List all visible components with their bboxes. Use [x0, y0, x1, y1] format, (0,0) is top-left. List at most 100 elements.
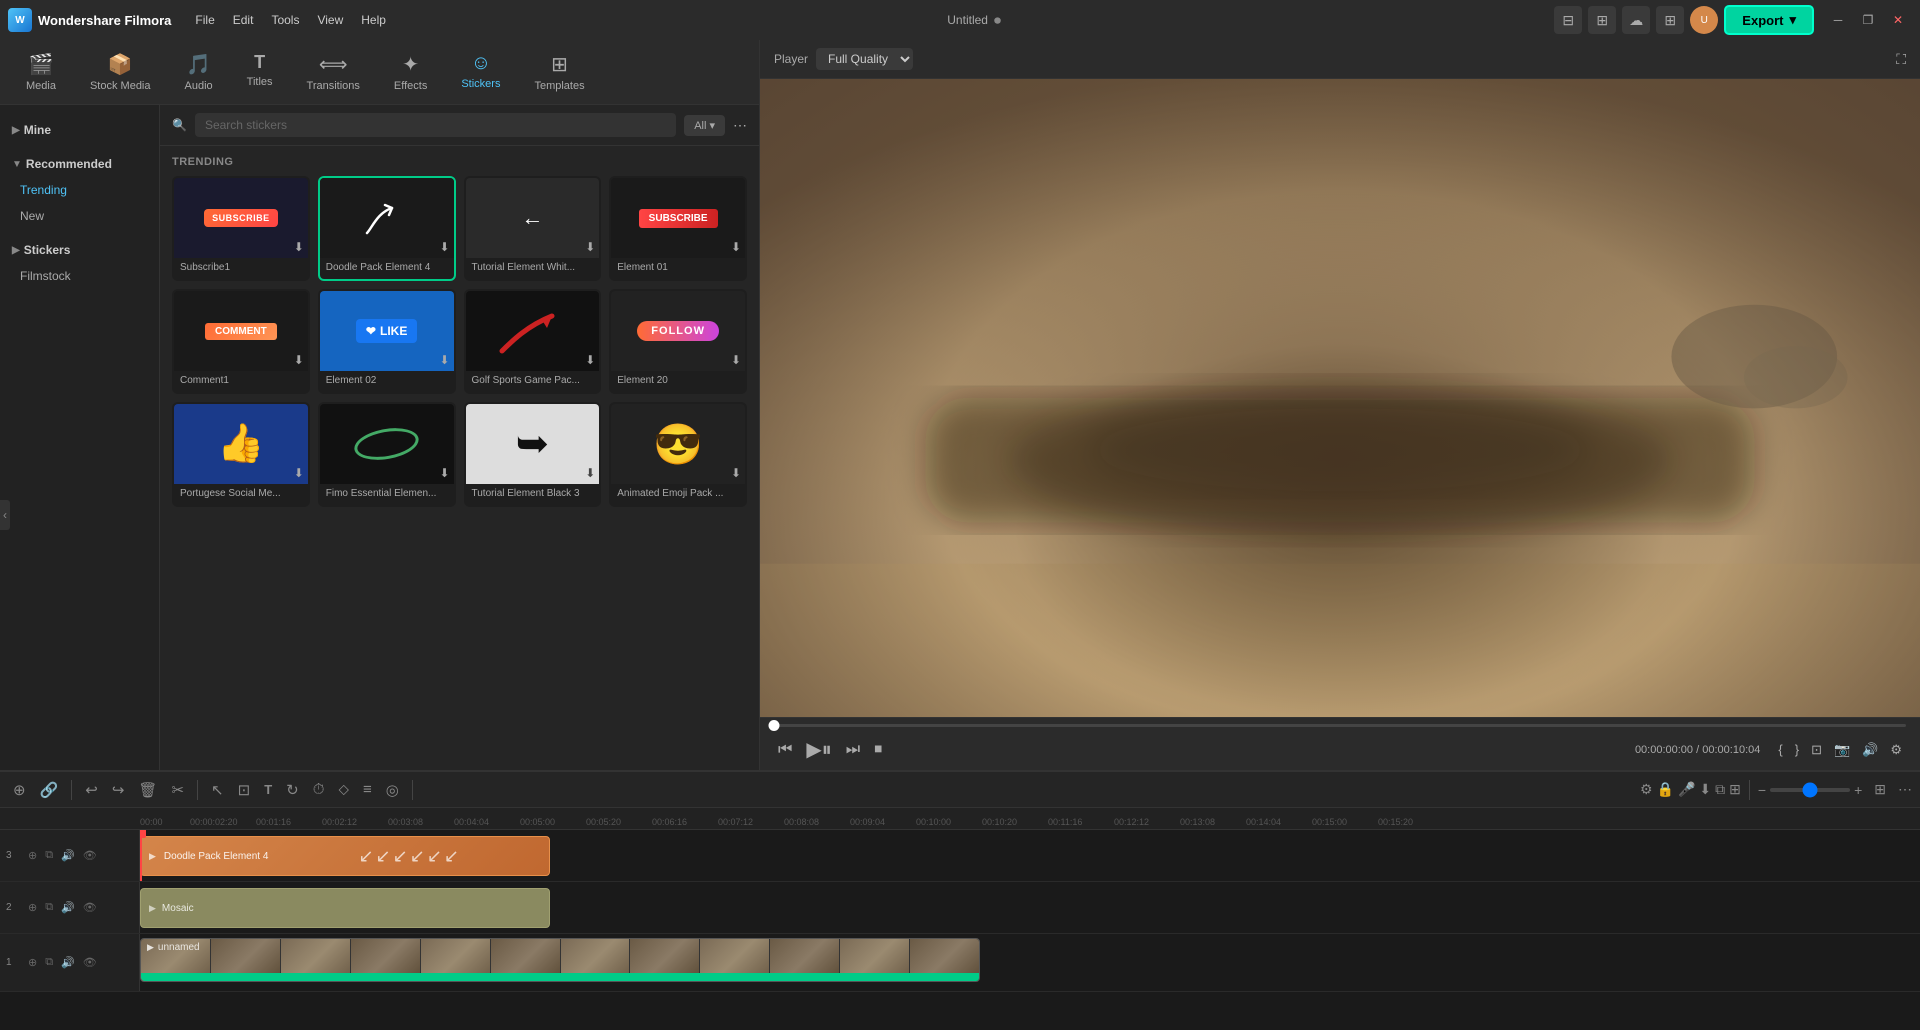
track1-eye-icon[interactable]: 👁: [81, 954, 99, 971]
track1-copy-icon[interactable]: ⧉: [43, 954, 55, 971]
track3-add-icon[interactable]: ⊕: [26, 847, 39, 864]
sidebar-recommended-header[interactable]: ▼ Recommended: [0, 151, 159, 177]
zoom-minus[interactable]: −: [1758, 782, 1766, 798]
nav-effects[interactable]: ✦ Effects: [380, 46, 441, 98]
sticker-tutorial-white[interactable]: ← ⬇ Tutorial Element Whit...: [464, 176, 602, 281]
collapse-panel-button[interactable]: ‹: [0, 500, 10, 530]
sidebar-stickers-header[interactable]: ▶ Stickers: [0, 237, 159, 263]
download-icon-doodle[interactable]: ⬇: [439, 240, 449, 254]
download-icon-portuguese[interactable]: ⬇: [294, 466, 304, 480]
quality-select[interactable]: Full Quality 1/2 1/4: [816, 48, 913, 70]
download-icon-element20[interactable]: ⬇: [731, 353, 741, 367]
menu-view[interactable]: View: [309, 10, 351, 30]
audio-btn[interactable]: 🎤: [1678, 781, 1695, 798]
menu-file[interactable]: File: [187, 10, 222, 30]
download-icon-element01[interactable]: ⬇: [731, 240, 741, 254]
mark-in-button[interactable]: {: [1774, 740, 1786, 760]
zoom-fit-button[interactable]: ⊡: [1807, 740, 1826, 760]
snapshot-button[interactable]: 📷: [1830, 740, 1854, 760]
user-icon[interactable]: U: [1690, 6, 1718, 34]
track3-audio-icon[interactable]: 🔊: [59, 847, 77, 864]
sidebar-item-trending[interactable]: Trending: [0, 177, 159, 203]
sticker-clip[interactable]: ▶ Doodle Pack Element 4 ↙ ↙ ↙ ↙ ↙ ↙: [140, 836, 550, 876]
mark-out-button[interactable]: }: [1791, 740, 1803, 760]
settings-button[interactable]: ⚙: [1886, 740, 1906, 760]
video-clip[interactable]: ▶ unnamed: [140, 938, 980, 982]
sticker-golf[interactable]: ⬇ Golf Sports Game Pac...: [464, 289, 602, 394]
playhead-dot[interactable]: [769, 720, 780, 731]
link-button[interactable]: 🔗: [35, 777, 64, 803]
filter-dropdown[interactable]: All ▾: [684, 115, 725, 136]
grid-view-button[interactable]: ⊞: [1874, 781, 1886, 798]
mosaic-clip[interactable]: ▶ Mosaic: [140, 888, 550, 928]
track2-add-icon[interactable]: ⊕: [26, 899, 39, 916]
play-pause-button[interactable]: ▶⏸: [802, 735, 835, 764]
sticker-comment1[interactable]: COMMENT ⬇ Comment1: [172, 289, 310, 394]
sticker-portuguese[interactable]: 👍 ⬇ Portugese Social Me...: [172, 402, 310, 507]
split-view-icon[interactable]: ⊞: [1588, 6, 1616, 34]
step-forward-button[interactable]: ⏭: [842, 739, 864, 761]
split-button[interactable]: ⬇: [1699, 781, 1711, 798]
menu-edit[interactable]: Edit: [225, 10, 262, 30]
sidebar-item-new[interactable]: New: [0, 203, 159, 229]
volume-button[interactable]: 🔊: [1858, 740, 1882, 760]
time-tool[interactable]: ⏱: [308, 777, 330, 802]
add-media-button[interactable]: ⊕: [8, 777, 31, 803]
delete-button[interactable]: 🗑: [133, 777, 162, 803]
close-button[interactable]: ✕: [1884, 6, 1912, 34]
more-options-button[interactable]: ⋯: [733, 117, 747, 134]
download-icon-animated-emoji[interactable]: ⬇: [731, 466, 741, 480]
cloud-icon[interactable]: ☁: [1622, 6, 1650, 34]
layout-icon[interactable]: ⊟: [1554, 6, 1582, 34]
menu-help[interactable]: Help: [353, 10, 394, 30]
apps-icon[interactable]: ⊞: [1656, 6, 1684, 34]
keyframe-tool[interactable]: ⬦: [333, 777, 354, 802]
more-timeline-button[interactable]: ⋯: [1898, 781, 1912, 798]
nav-templates[interactable]: ⊞ Templates: [520, 46, 598, 98]
sticker-subscribe1[interactable]: SUBSCRIBE ⬇ Subscribe1: [172, 176, 310, 281]
zoom-plus[interactable]: +: [1854, 782, 1862, 798]
nav-transitions[interactable]: ⟺ Transitions: [293, 46, 374, 98]
fullscreen-button[interactable]: ⛶: [1896, 51, 1906, 68]
minimize-button[interactable]: ─: [1824, 6, 1852, 34]
sticker-tutorial-black[interactable]: ➥ ⬇ Tutorial Element Black 3: [464, 402, 602, 507]
cut-button[interactable]: ✂: [166, 777, 189, 803]
sticker-animated-emoji[interactable]: 😎 ⬇ Animated Emoji Pack ...: [609, 402, 747, 507]
ripple-tool[interactable]: ◎: [381, 777, 404, 803]
sidebar-mine-header[interactable]: ▶ Mine: [0, 117, 159, 143]
layer-button[interactable]: ⊞: [1729, 781, 1741, 798]
playback-slider[interactable]: [774, 724, 1906, 727]
maximize-button[interactable]: ❐: [1854, 6, 1882, 34]
track3-eye-icon[interactable]: 👁: [81, 847, 99, 864]
select-tool[interactable]: ↖: [206, 777, 229, 803]
snap-button[interactable]: 🔒: [1657, 781, 1674, 798]
zoom-slider[interactable]: [1770, 788, 1850, 792]
eq-tool[interactable]: ≡: [358, 777, 377, 802]
rotate-tool[interactable]: ↻: [281, 777, 304, 803]
sticker-element02[interactable]: ❤ LIKE ⬇ Element 02: [318, 289, 456, 394]
sticker-doodle-pack-4[interactable]: ⬇ Doodle Pack Element 4: [318, 176, 456, 281]
export-dropdown-icon[interactable]: ▾: [1789, 12, 1796, 28]
download-icon-tutorial-black[interactable]: ⬇: [585, 466, 595, 480]
export-button[interactable]: Export ▾: [1724, 5, 1814, 35]
nav-titles[interactable]: T Titles: [233, 46, 287, 98]
download-icon-subscribe1[interactable]: ⬇: [294, 240, 304, 254]
redo-button[interactable]: ↪: [107, 777, 130, 803]
zoom-out-button[interactable]: ⚙: [1640, 781, 1653, 798]
nav-stickers[interactable]: ☺ Stickers: [447, 46, 514, 98]
download-icon-comment1[interactable]: ⬇: [294, 353, 304, 367]
step-back-button[interactable]: ⏮: [774, 739, 796, 761]
stop-button[interactable]: ⏹: [870, 739, 886, 761]
magic-button[interactable]: ⧉: [1715, 781, 1725, 798]
download-icon-tutorial-white[interactable]: ⬇: [585, 240, 595, 254]
track1-audio-icon[interactable]: 🔊: [59, 954, 77, 971]
nav-stock-media[interactable]: 📦 Stock Media: [76, 46, 165, 98]
track1-add-icon[interactable]: ⊕: [26, 954, 39, 971]
track2-eye-icon[interactable]: 👁: [81, 899, 99, 916]
nav-media[interactable]: 🎬 Media: [12, 46, 70, 98]
undo-button[interactable]: ↩: [80, 777, 103, 803]
download-icon-element02[interactable]: ⬇: [439, 353, 449, 367]
sidebar-item-filmstock[interactable]: Filmstock: [0, 263, 159, 289]
track3-copy-icon[interactable]: ⧉: [43, 847, 55, 864]
track2-copy-icon[interactable]: ⧉: [43, 899, 55, 916]
